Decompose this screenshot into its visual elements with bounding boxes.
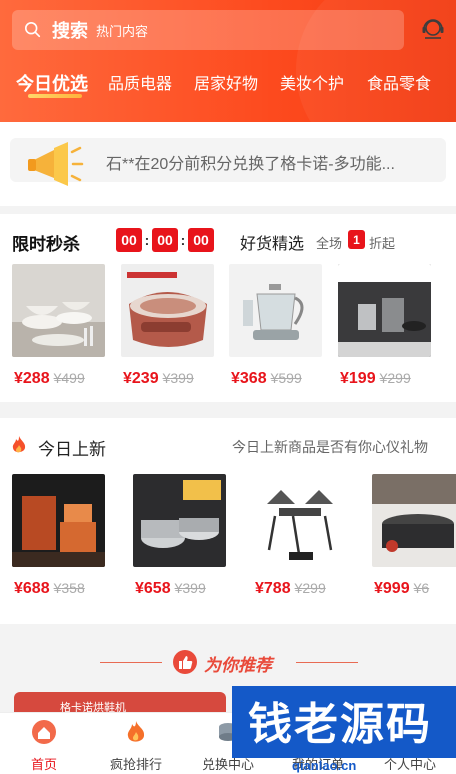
product-original-price: ¥358 xyxy=(53,580,85,596)
product-original-price: ¥399 xyxy=(174,580,206,596)
product-card[interactable]: ¥288 ¥499 xyxy=(12,264,105,387)
header: 搜索 热门内容 今日优选 品质电器 居家好物 美妆个护 食品零食 xyxy=(0,0,456,170)
timer-minutes: 00 xyxy=(152,228,178,252)
new-today-section: 今日上新 今日上新商品是否有你心仪礼物 ¥688 ¥358 ¥658 ¥399 … xyxy=(0,418,456,624)
nav-home[interactable]: 首页 xyxy=(6,713,82,774)
search-label: 搜索 xyxy=(52,21,88,41)
product-card[interactable]: ¥239 ¥399 xyxy=(121,264,214,387)
new-today-subtitle[interactable]: 今日上新商品是否有你心仪礼物 xyxy=(232,437,428,457)
product-price: ¥368 xyxy=(231,370,267,387)
product-image-tableware[interactable] xyxy=(12,264,105,357)
recommend-title: 为你推荐 xyxy=(204,656,272,675)
product-card[interactable]: ¥368 ¥599 xyxy=(229,264,322,387)
tab-home-goods[interactable]: 居家好物 xyxy=(194,62,258,94)
product-card[interactable]: ¥999 ¥6 xyxy=(372,474,456,597)
product-card[interactable]: ¥199 ¥299 xyxy=(338,264,431,387)
customer-service-icon[interactable] xyxy=(420,16,446,42)
product-price: ¥199 xyxy=(340,370,376,387)
active-tab-indicator xyxy=(28,94,82,98)
product-image-pot-set[interactable] xyxy=(133,474,226,567)
product-image-foot-spa[interactable] xyxy=(121,264,214,357)
countdown-timer: 00 : 00 : 00 xyxy=(116,228,214,252)
timer-separator: : xyxy=(144,232,150,248)
all-label: 全场 xyxy=(316,236,343,251)
new-today-title: 今日上新 xyxy=(38,440,106,459)
product-original-price: ¥599 xyxy=(270,370,302,386)
product-card[interactable]: ¥788 ¥299 xyxy=(253,474,346,597)
thumbs-up-icon xyxy=(173,650,197,674)
watermark-text: 钱老源码 xyxy=(248,699,432,750)
divider-line xyxy=(100,662,162,663)
product-price: ¥288 xyxy=(14,370,50,387)
flash-sale-title: 限时秒杀 xyxy=(12,235,80,254)
home-icon xyxy=(32,720,56,744)
fire-icon xyxy=(127,721,145,742)
product-original-price: ¥299 xyxy=(294,580,326,596)
tab-today-picks[interactable]: 今日优选 xyxy=(16,62,88,96)
product-price: ¥688 xyxy=(14,580,50,597)
product-image-stew-pot[interactable] xyxy=(372,474,456,567)
notice-bar[interactable]: 石**在20分前积分兑换了格卡诺-多功能... xyxy=(10,138,446,186)
product-price: ¥658 xyxy=(135,580,171,597)
discount-badge: 1 xyxy=(348,230,365,249)
fire-icon xyxy=(12,436,26,453)
product-card[interactable]: ¥658 ¥399 xyxy=(133,474,226,597)
search-bar[interactable]: 搜索 热门内容 xyxy=(12,10,404,50)
notice-text: 石**在20分前积分兑换了格卡诺-多功能... xyxy=(106,156,395,173)
product-price: ¥999 xyxy=(374,580,410,597)
product-original-price: ¥6 xyxy=(413,580,430,596)
product-card[interactable]: ¥688 ¥358 xyxy=(12,474,105,597)
search-placeholder[interactable]: 热门内容 xyxy=(96,21,148,40)
tab-food-snacks[interactable]: 食品零食 xyxy=(367,62,431,94)
product-price: ¥239 xyxy=(123,370,159,387)
product-original-price: ¥399 xyxy=(162,370,194,386)
timer-seconds: 00 xyxy=(188,228,214,252)
tab-beauty-care[interactable]: 美妆个护 xyxy=(280,62,344,94)
product-image-cookware[interactable] xyxy=(338,264,431,357)
product-image-kettle[interactable] xyxy=(229,264,322,357)
product-original-price: ¥299 xyxy=(379,370,411,386)
notice-section: 石**在20分前积分兑换了格卡诺-多功能... xyxy=(0,122,456,206)
product-image-camping-chairs[interactable] xyxy=(253,474,346,567)
tab-quality-appliances[interactable]: 品质电器 xyxy=(108,62,172,94)
nav-label: 首页 xyxy=(30,757,57,772)
nav-label: 疯抢排行 xyxy=(109,757,162,772)
product-image-gift-box[interactable] xyxy=(12,474,105,567)
product-price: ¥788 xyxy=(255,580,291,597)
timer-separator: : xyxy=(180,232,186,248)
nav-ranking[interactable]: 疯抢排行 xyxy=(98,713,174,774)
search-icon xyxy=(24,21,41,38)
product-original-price: ¥499 xyxy=(53,370,85,386)
timer-hours: 00 xyxy=(116,228,142,252)
divider-line xyxy=(296,662,358,663)
good-picks-link[interactable]: 好货精选 xyxy=(240,230,304,254)
discount-label: 折起 xyxy=(369,236,396,251)
megaphone-icon xyxy=(28,142,84,186)
flash-sale-section: 限时秒杀 00 : 00 : 00 好货精选 全场 1 折起 ¥288¥499 xyxy=(0,214,456,402)
watermark: 钱老源码 qianlao.cn xyxy=(232,674,456,774)
watermark-url: qianlao.cn xyxy=(292,758,357,773)
